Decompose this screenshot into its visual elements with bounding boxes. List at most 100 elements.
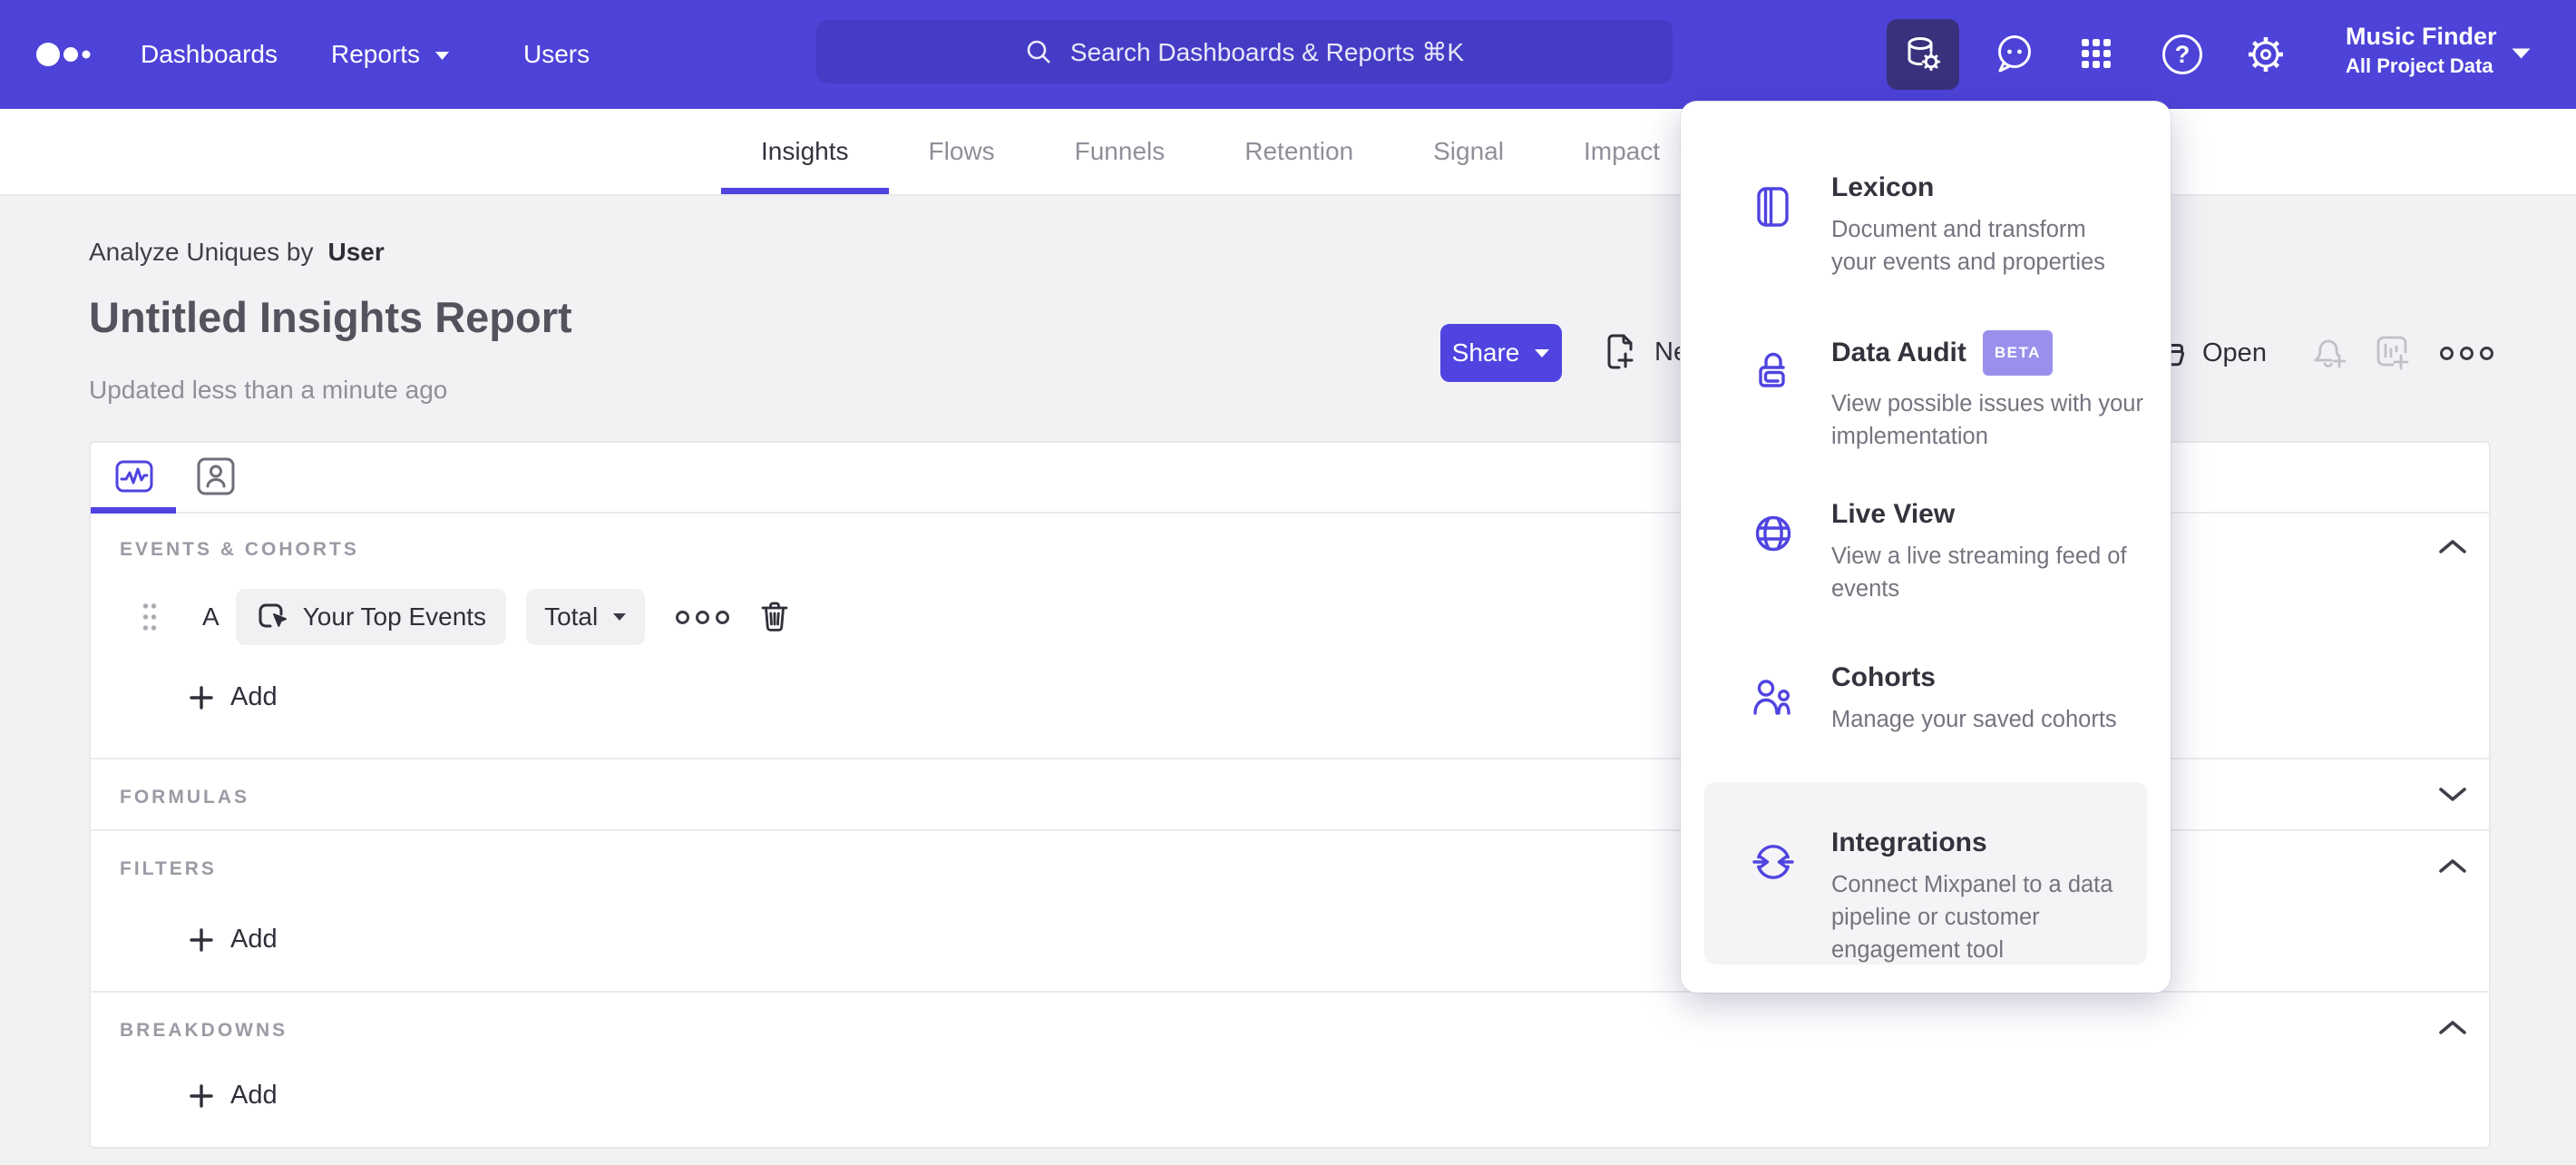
breakdowns-section: BREAKDOWNS Add <box>91 991 2489 1150</box>
report-updated-text: Updated less than a minute ago <box>89 376 448 404</box>
nav-item-reports[interactable]: Reports <box>331 0 450 109</box>
filters-header: FILTERS <box>120 858 217 879</box>
menu-item-integrations[interactable]: Integrations Connect Mixpanel to a data … <box>1704 782 2147 964</box>
users-view-tab-icon[interactable] <box>196 456 236 496</box>
chevron-down-icon[interactable] <box>2436 785 2469 803</box>
project-name: Music Finder <box>2346 23 2497 50</box>
event-row: A Your Top Events Total <box>141 588 793 646</box>
aggregation-value: Total <box>544 602 599 631</box>
new-document-icon <box>1607 334 1634 369</box>
nav-item-dashboards-label: Dashboards <box>141 40 278 68</box>
project-selector[interactable]: Music Finder All Project Data <box>2346 21 2497 79</box>
tab-retention-label: Retention <box>1244 137 1354 165</box>
chart-plus-icon <box>2376 336 2409 370</box>
event-row-letter: A <box>202 602 220 631</box>
event-selector-pill[interactable]: Your Top Events <box>235 589 507 645</box>
delete-event-button[interactable] <box>756 599 793 635</box>
event-more-options-button[interactable] <box>676 610 730 624</box>
tab-flows[interactable]: Flows <box>889 109 1035 194</box>
chevron-up-icon[interactable] <box>2436 537 2469 555</box>
add-chart-button[interactable] <box>2373 332 2415 374</box>
nav-item-reports-label: Reports <box>331 40 421 68</box>
search-icon <box>1027 40 1050 64</box>
tab-flows-label: Flows <box>928 137 995 165</box>
event-name: Your Top Events <box>302 602 487 631</box>
caret-down-icon <box>613 613 627 621</box>
analyze-by-line: Analyze Uniques by User <box>89 238 385 267</box>
menu-item-title-text: Data Audit <box>1831 338 1966 367</box>
bell-plus-icon <box>2314 339 2347 368</box>
share-button-label: Share <box>1451 338 1520 367</box>
analyze-by-selector[interactable]: User <box>327 238 384 266</box>
svg-text:?: ? <box>2175 41 2191 68</box>
gear-icon <box>2249 37 2283 72</box>
tab-insights-label: Insights <box>761 137 849 165</box>
add-event-label: Add <box>230 682 278 711</box>
report-tabs: Insights Flows Funnels Retention Signal … <box>721 109 1700 194</box>
apps-grid-icon <box>2082 39 2111 68</box>
add-filter-button[interactable]: Add <box>188 925 278 955</box>
menu-item-title: Cohorts <box>1831 662 1936 692</box>
tab-impact[interactable]: Impact <box>1544 109 1700 194</box>
analyze-prefix: Analyze Uniques by <box>89 238 314 266</box>
menu-item-data-audit[interactable]: Data Audit BETA View possible issues with… <box>1681 290 2171 454</box>
plus-icon <box>190 927 213 952</box>
search-input[interactable]: Search Dashboards & Reports ⌘K <box>816 20 1673 83</box>
globe-icon <box>1755 515 1791 552</box>
tab-funnels-label: Funnels <box>1074 137 1166 165</box>
settings-button[interactable] <box>2244 33 2288 76</box>
feedback-chat-icon <box>1998 35 2031 73</box>
menu-item-description: Manage your saved cohorts <box>1831 707 2117 732</box>
data-management-button[interactable] <box>1887 19 1959 90</box>
caret-down-icon <box>435 52 450 60</box>
aggregation-dropdown[interactable]: Total <box>526 589 646 645</box>
drag-handle[interactable] <box>141 601 159 633</box>
help-icon: ? <box>2162 34 2202 74</box>
beta-badge: BETA <box>1982 330 2053 376</box>
menu-item-text: Live View View a live streaming feed of … <box>1831 497 2127 617</box>
menu-item-description: View possible issues with your implement… <box>1831 391 2143 449</box>
nav-item-dashboards[interactable]: Dashboards <box>141 0 278 109</box>
menu-item-description: Connect Mixpanel to a data pipeline or c… <box>1831 872 2113 963</box>
tab-insights[interactable]: Insights <box>721 109 889 194</box>
chevron-up-icon[interactable] <box>2436 1018 2469 1036</box>
apps-grid-button[interactable] <box>2075 33 2119 76</box>
open-report-label: Open <box>2202 338 2267 367</box>
report-more-options-button[interactable] <box>2440 347 2493 360</box>
chevron-up-icon[interactable] <box>2436 857 2469 875</box>
tab-impact-label: Impact <box>1583 137 1660 165</box>
data-management-menu: Lexicon Document and transform your even… <box>1681 102 2171 993</box>
alert-bell-button[interactable] <box>2308 332 2349 374</box>
tab-signal[interactable]: Signal <box>1393 109 1544 194</box>
add-event-button[interactable]: Add <box>188 682 278 712</box>
menu-item-live-view[interactable]: Live View View a live streaming feed of … <box>1681 454 2171 617</box>
feedback-button[interactable] <box>1992 33 2035 76</box>
menu-item-text: Integrations Connect Mixpanel to a data … <box>1831 826 2113 964</box>
plus-icon <box>190 1083 213 1108</box>
top-navbar: Dashboards Reports Users Search Dashboar… <box>0 0 2576 109</box>
events-cohorts-header: EVENTS & COHORTS <box>120 539 359 560</box>
cohorts-people-icon <box>1753 680 1791 715</box>
tab-retention[interactable]: Retention <box>1205 109 1393 194</box>
menu-item-description: View a live streaming feed of events <box>1831 543 2127 602</box>
menu-item-description: Document and transform your events and p… <box>1831 217 2105 275</box>
add-breakdown-button[interactable]: Add <box>188 1081 278 1111</box>
event-cursor-icon <box>259 603 287 628</box>
report-title[interactable]: Untitled Insights Report <box>89 292 572 342</box>
help-button[interactable]: ? <box>2161 33 2204 76</box>
tab-funnels[interactable]: Funnels <box>1035 109 1205 194</box>
menu-item-text: Data Audit BETA View possible issues with… <box>1831 330 2143 454</box>
formulas-header: FORMULAS <box>120 787 249 808</box>
mixpanel-logo-icon[interactable] <box>36 42 93 67</box>
share-button[interactable]: Share <box>1440 324 1562 382</box>
nav-item-users[interactable]: Users <box>523 0 590 109</box>
menu-item-title: Integrations <box>1831 827 1987 857</box>
data-management-icon <box>1908 37 1941 72</box>
menu-item-lexicon[interactable]: Lexicon Document and transform your even… <box>1681 127 2171 290</box>
events-view-tab-icon[interactable] <box>114 456 154 496</box>
project-caret-down-icon[interactable] <box>2511 47 2532 60</box>
integrations-sync-icon <box>1752 845 1794 879</box>
lexicon-book-icon <box>1757 187 1789 227</box>
add-breakdown-label: Add <box>230 1081 278 1110</box>
menu-item-cohorts[interactable]: Cohorts Manage your saved cohorts <box>1681 617 2171 780</box>
